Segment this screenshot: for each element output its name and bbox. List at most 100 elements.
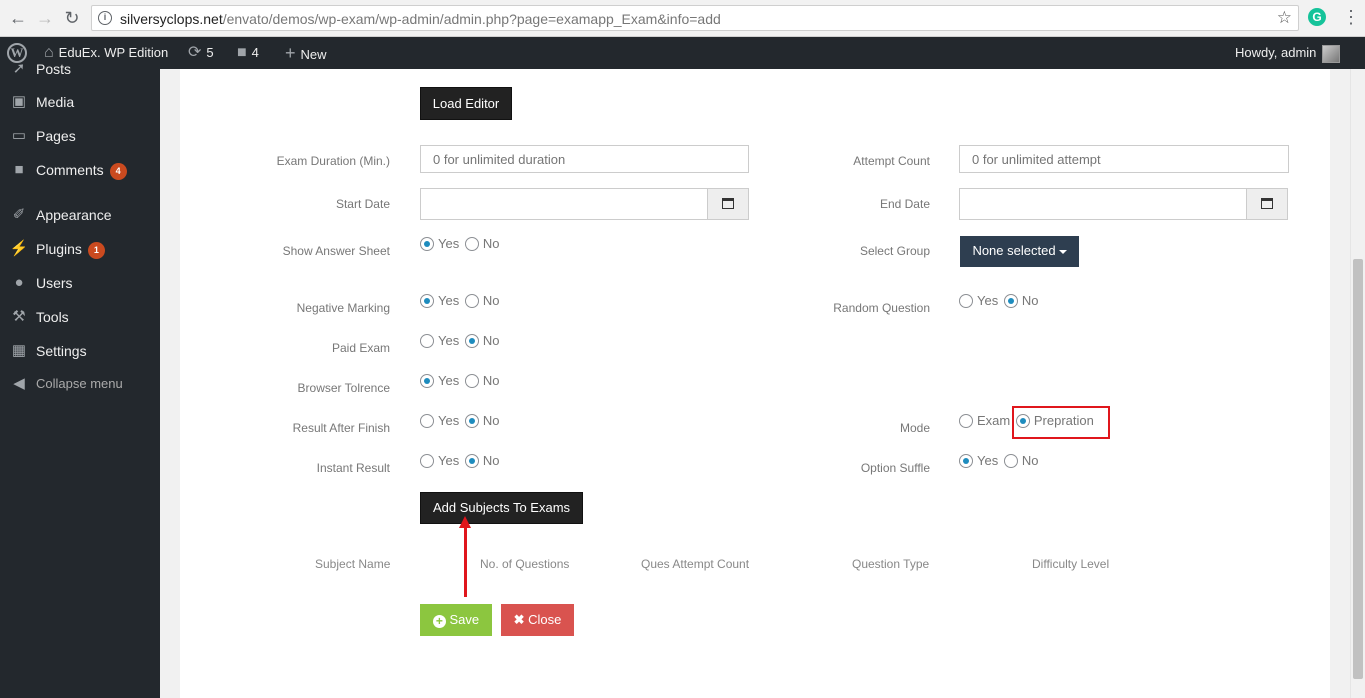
negative-marking-label: Negative Marking [296,301,390,315]
close-x-icon: ✖ [513,612,525,627]
paid-exam-label: Paid Exam [331,341,390,355]
sidebar-item-comments[interactable]: ■ Comments 4 [0,153,160,187]
pages-icon: ▭ [11,127,27,144]
annotation-highlight-box [1012,406,1110,439]
instant-result-label: Instant Result [316,461,390,475]
show-answer-sheet-no-radio[interactable] [464,237,479,251]
option-suffle-yes-radio[interactable] [959,454,973,468]
browser-tolrence-yes-radio[interactable] [420,374,434,388]
sidebar-item-settings[interactable]: ▦ Settings [0,334,160,368]
column-header-difficulty-level: Difficulty Level [1032,557,1110,571]
brush-icon: ✐ [12,206,26,223]
bookmark-star-icon[interactable]: ☆ [1277,8,1292,28]
info-icon[interactable]: i [98,11,112,25]
updates-icon: ⟳ [188,44,202,61]
random-question-yes-radio[interactable] [959,294,973,308]
grammarly-extension-icon[interactable]: G [1308,8,1326,26]
option-suffle-no-radio[interactable] [1003,454,1018,468]
collapse-menu-button[interactable]: ◀ Collapse menu [0,367,160,401]
paid-exam-yes-radio[interactable] [420,334,434,348]
select-group-label: Select Group [859,244,930,258]
result-after-finish-yes-radio[interactable] [420,414,434,428]
random-question-no-radio[interactable] [1003,294,1018,308]
updates-link[interactable]: ⟳ 5 [188,37,214,69]
comment-bubble-icon: ■ [237,44,247,61]
pin-icon: ➚ [12,60,26,77]
sidebar-item-appearance[interactable]: ✐ Appearance [0,198,160,232]
column-header-question-type: Question Type [852,557,930,571]
browser-tolrence-no-radio[interactable] [464,374,479,388]
back-icon[interactable]: ← [8,8,28,28]
instant-result-radios: Yes No [420,453,501,472]
paid-exam-radios: Yes No [420,333,501,352]
negative-marking-no-radio[interactable] [464,294,479,308]
avatar [1322,44,1341,63]
result-after-finish-radios: Yes No [420,413,501,432]
admin-sidebar: ➚ Posts ▣ Media ▭ Pages ■ Comments 4 ✐ Ap… [0,60,160,698]
url-text[interactable]: silversyclops.net/envato/demos/wp-exam/w… [120,11,721,27]
collapse-icon: ◀ [13,375,25,392]
account-menu[interactable]: Howdy, admin [1235,37,1341,69]
end-date-label: End Date [879,197,930,211]
instant-result-no-radio[interactable] [464,454,479,468]
option-suffle-label: Option Suffle [860,461,930,475]
address-bar[interactable]: i silversyclops.net/envato/demos/wp-exam… [91,5,1299,31]
negative-marking-radios: Yes No [420,293,501,312]
plugins-count-badge: 1 [87,242,105,259]
wrench-icon: ⚒ [12,308,26,325]
calendar-icon[interactable] [707,189,748,219]
attempt-count-input[interactable] [959,145,1289,173]
mode-exam-radio[interactable] [959,414,973,428]
new-content-link[interactable]: + New [285,37,327,69]
random-question-label: Random Question [833,301,930,315]
negative-marking-yes-radio[interactable] [420,294,434,308]
instant-result-yes-radio[interactable] [420,454,434,468]
result-after-finish-label: Result After Finish [292,421,390,435]
start-date-field[interactable] [420,188,749,220]
browser-menu-icon[interactable]: ⋮ [1342,7,1360,28]
browser-tolrence-label: Browser Tolrence [297,381,390,395]
forward-icon[interactable]: → [35,8,55,28]
plus-icon: + [285,43,296,63]
exam-duration-input[interactable] [420,145,749,173]
page-scrollbar[interactable] [1350,69,1365,698]
column-header-subject-name: Subject Name [315,557,391,571]
attempt-count-label: Attempt Count [853,154,930,168]
random-question-radios: Yes No [959,293,1040,312]
column-header-no-of-questions: No. of Questions [480,557,570,571]
calendar-icon[interactable] [1246,189,1287,219]
exam-duration-label: Exam Duration (Min.) [276,154,390,168]
sidebar-item-users[interactable]: ● Users [0,266,160,300]
plug-icon: ⚡ [9,240,29,257]
add-subjects-button[interactable]: Add Subjects To Exams [420,492,583,524]
comments-count-badge: 4 [109,163,127,180]
column-header-ques-attempt-count: Ques Attempt Count [641,557,750,571]
end-date-field[interactable] [959,188,1288,220]
select-group-dropdown[interactable]: None selected [960,236,1079,267]
close-button[interactable]: ✖ Close [501,604,574,636]
sidebar-item-posts[interactable]: ➚ Posts [0,52,160,86]
media-icon: ▣ [11,93,27,110]
reload-icon[interactable]: ↻ [62,8,82,28]
comments-link[interactable]: ■ 4 [237,37,259,69]
show-answer-sheet-radios: Yes No [420,236,501,255]
paid-exam-no-radio[interactable] [464,334,479,348]
wp-admin-bar: W ⌂ EduEx. WP Edition ⟳ 5 ■ 4 + New Howdy, a… [0,37,1365,69]
option-suffle-radios: Yes No [959,453,1040,472]
comments-icon: ■ [14,161,24,178]
browser-toolbar: ← → ↻ i silversyclops.net/envato/demos/w… [0,0,1365,37]
mode-label: Mode [899,421,930,435]
annotation-arrow [464,524,467,597]
browser-tolrence-radios: Yes No [420,373,501,392]
sidebar-item-media[interactable]: ▣ Media [0,85,160,119]
sidebar-item-plugins[interactable]: ⚡ Plugins 1 [0,232,160,266]
show-answer-sheet-yes-radio[interactable] [420,237,434,251]
sidebar-item-tools[interactable]: ⚒ Tools [0,300,160,334]
result-after-finish-no-radio[interactable] [464,414,479,428]
sidebar-item-pages[interactable]: ▭ Pages [0,119,160,153]
load-editor-button[interactable]: Load Editor [420,87,512,120]
save-button[interactable]: + Save [420,604,492,636]
show-answer-sheet-label: Show Answer Sheet [282,244,390,258]
plus-circle-icon: + [432,615,446,628]
scrollbar-thumb[interactable] [1353,259,1363,679]
